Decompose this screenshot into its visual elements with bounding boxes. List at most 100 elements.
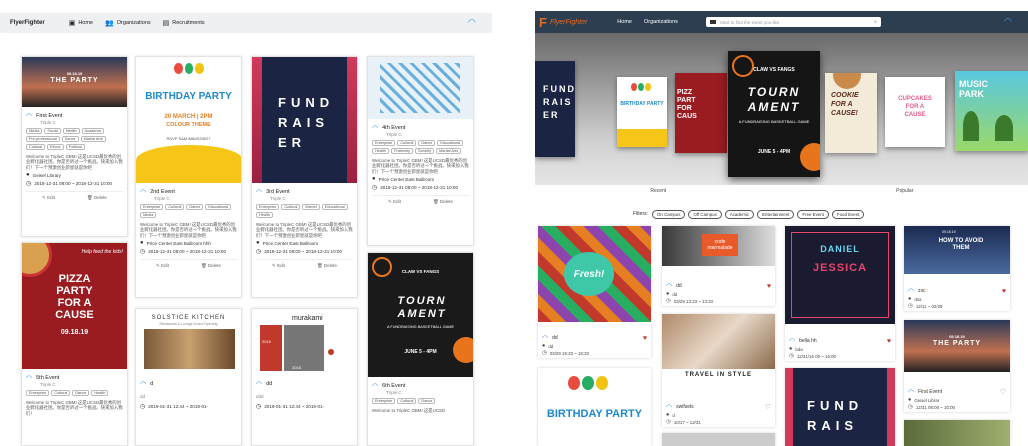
nav-home[interactable]: Home [617,19,632,25]
event-card[interactable]: TRAVEL IN STYLE ◠ swifsels ♡ ● d ◷ 10/17 ~ 1… [662,314,775,427]
left-navbar: FlyerFighter ▣ Home 👥 Organizations ▤ Recru… [0,13,492,33]
event-title[interactable]: 2nd Event [150,189,175,195]
edit-button[interactable]: ✎ Edit [388,199,401,205]
clock-icon: ◷ [372,185,378,192]
event-title[interactable]: 3rd Event [266,189,290,195]
event-title[interactable]: bella hh [799,338,817,344]
event-title[interactable]: First Event [36,113,62,119]
tab-recent[interactable]: Recent [535,185,782,199]
edit-button[interactable]: ✎ Edit [42,195,55,201]
event-title[interactable]: d [150,381,153,387]
wifi-icon: ◠ [666,404,673,411]
event-org: Triple C [386,132,402,137]
heart-icon[interactable]: ♥ [1002,288,1006,295]
gadgets-illustration [380,63,460,113]
wifi-icon: ◠ [666,283,673,290]
wifi-logo-icon[interactable]: ◠ [1004,17,1014,26]
carousel-poster[interactable]: MUSIC PARK [955,71,1028,151]
search-icon[interactable]: ⌕ [874,19,877,25]
delete-button[interactable]: 🗑 Delete [317,263,337,269]
tag: Enterprise [372,140,396,146]
event-title[interactable]: dd [266,381,272,387]
event-card[interactable]: FUND RAIS ER ◠ 3rd Event Triple C Enterpris… [251,56,358,298]
carousel-poster[interactable]: CUPCAKES FOR A CAUSE [885,77,945,147]
tag: Enterprise [140,204,164,210]
event-title[interactable]: 4th Event [382,125,405,131]
event-title[interactable]: dd [552,335,558,341]
filter-food-event[interactable]: Food Event [831,209,865,219]
filter-academic[interactable]: Academic [724,209,755,219]
nav-organizations[interactable]: 👥 Organizations [105,19,151,27]
carousel-poster[interactable]: BIRTHDAY PARTY [617,77,667,147]
tag: Fraternity [390,148,414,154]
event-card[interactable]: BIRTHDAY PARTY [538,368,651,446]
delete-button[interactable]: 🗑 Delete [433,199,453,205]
event-card[interactable]: Help feed the kids! PIZZA PARTY FOR A CAUSE… [21,242,128,446]
brand-name[interactable]: FlyerFighter [10,20,45,26]
event-card[interactable]: 09.18.19 HOW TO AVOID THEM ◠ zxc ♥ ● dsa ◷ 1… [904,226,1010,311]
event-title[interactable]: 5th Event [36,375,59,381]
filter-bar: Filters: On Campus Off Campus Academic E… [535,208,1028,220]
event-title[interactable]: 6th Event [382,383,405,389]
filter-off-campus[interactable]: Off Campus [688,209,722,219]
edit-button[interactable]: ✎ Edit [156,263,169,269]
tag: Enterprise [26,390,50,396]
event-card[interactable]: FUND RAIS [785,368,895,446]
portrait-image [284,325,324,371]
tag: Ethnic [47,144,64,150]
event-title[interactable]: dd [676,283,682,289]
location-icon: ● [256,240,260,247]
carousel-poster[interactable]: PIZZ PART FOR CAUS [675,73,727,153]
heart-outline-icon[interactable]: ♡ [765,403,771,411]
event-card[interactable]: ◠ 4th Event Triple C Enterprise Cultural Da… [367,56,474,246]
brand-name[interactable]: FlyerFighter [550,19,587,26]
event-card[interactable]: 09.18.19 THE PARTY ◠ First Event Triple C… [21,56,128,237]
event-card[interactable]: DANIEL JESSICA ◠ bella hh ♥ ● bda ◷ 12/31/16… [785,226,895,361]
event-card[interactable] [662,433,775,446]
delete-button[interactable]: 🗑 Delete [87,195,107,201]
heart-icon[interactable]: ♥ [643,335,647,342]
event-title[interactable]: swifsels [676,404,694,410]
flyer-logo-icon[interactable]: F [539,15,547,30]
heart-icon[interactable]: ♥ [767,283,771,290]
nav-organizations[interactable]: Organizations [644,19,678,25]
featured-carousel[interactable]: FUND RAIS ER BIRTHDAY PARTY PIZZ PART FOR CAU… [535,33,1028,185]
heart-icon[interactable]: ♥ [887,338,891,345]
wifi-logo-icon[interactable]: ◠ [468,18,478,27]
edit-button[interactable]: ✎ Edit [272,263,285,269]
carousel-poster-active[interactable]: CLAW VS FANGS TOURN AMENT A FUNDRAISING B… [728,51,820,177]
event-card[interactable]: Fresh! ◠ dd ♥ ● dd ◷ 03/29 15:33 ~ 15:33 [538,226,651,358]
tag: Media [26,128,43,134]
carousel-poster[interactable]: FUND RAIS ER [535,61,575,157]
event-title[interactable]: First Event [918,389,942,395]
home-icon: ▣ [68,20,76,27]
filter-on-campus[interactable]: On Campus [652,209,686,219]
search-input[interactable]: Start to find the event you like [720,20,779,25]
nav-recruitments[interactable]: ▤ Recruitments [163,19,205,27]
event-card[interactable]: CLAW VS FANGS TOURN AMENT A FUNDRAISING … [367,252,474,446]
tag: Dance [61,136,79,142]
search-bar[interactable]: Start to find the event you like ⌕ [705,17,881,27]
tag: Enterprise [372,398,396,404]
filter-free-event[interactable]: Free Event [797,209,829,219]
event-card[interactable]: SOLSTICE KITCHEN Restaurant & Lounge Gra… [135,308,242,446]
event-card[interactable] [904,420,1010,446]
nav-home[interactable]: ▣ Home [69,19,93,27]
delete-button[interactable]: 🗑 Delete [201,263,221,269]
tag: Marvel [302,204,320,210]
clock-icon: ◷ [140,404,146,410]
heart-outline-icon[interactable]: ♡ [1000,388,1006,396]
carousel-poster[interactable]: COOKIE FOR A CAUSE! [825,73,877,153]
event-card[interactable]: murakami 2019 2016 ◠ dd ddd ◷ 2019-01-31 1… [251,308,358,446]
filter-entertainment[interactable]: Entertainment [757,209,795,219]
event-org: Triple C [154,196,170,201]
tag: Pre-professional [26,136,60,142]
tab-popular[interactable]: Popular [782,185,1028,199]
wifi-icon: ◠ [140,381,147,388]
event-title[interactable]: zxc [918,288,926,294]
event-card[interactable]: code marmalade ◠ dd ♥ ● dd ◷ 03/29 13:33 ~ 1… [662,226,775,306]
clock-icon: ◷ [542,350,547,356]
event-card[interactable]: BIRTHDAY PARTY 20 MARCH | 2PM COLOUR THE… [135,56,242,298]
event-card[interactable]: 09.18.19 THE PARTY ◠ First Event ♡ ● Geisel… [904,320,1010,412]
tag-list: Enterprise Cultural Dance Educational Health… [372,140,469,156]
